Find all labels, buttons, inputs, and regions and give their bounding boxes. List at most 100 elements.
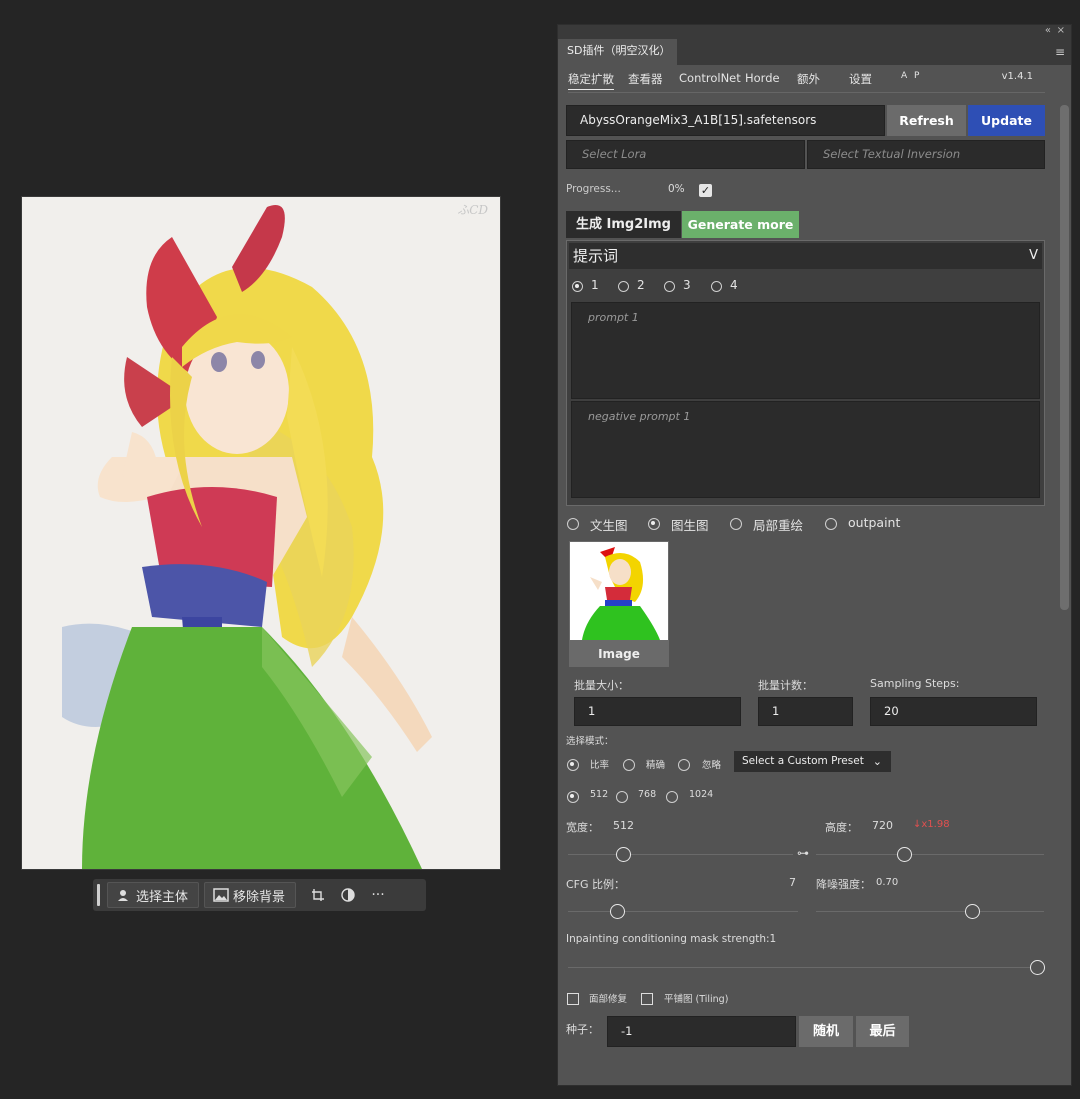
denoise-value: 0.70 [876,877,899,888]
mask-strength-slider-track[interactable] [568,967,1044,968]
chevron-down-icon[interactable]: V [1029,243,1038,269]
cfg-slider-track[interactable] [568,911,798,912]
batch-count-label: 批量计数： [758,679,813,692]
contextual-task-bar: 选择主体 移除背景 ··· [93,879,426,911]
select-subject-label: 选择主体 [136,889,189,905]
prompt-section-header[interactable]: 提示词 V [569,243,1042,269]
prompt-slot-3-label: 3 [683,278,691,292]
size-1024-label: 1024 [689,789,714,800]
prompt-slot-1-radio[interactable] [572,281,583,292]
height-slider-track[interactable] [816,854,1044,855]
size-512-label: 512 [590,789,609,800]
image-icon [213,888,229,902]
size-512-radio[interactable] [567,791,579,803]
batch-count-input[interactable]: 1 [758,697,853,726]
textual-inversion-select[interactable]: Select Textual Inversion [807,140,1045,169]
link-icon[interactable]: ⊶ [797,846,809,860]
adjustment-icon[interactable] [335,883,361,907]
lora-select[interactable]: Select Lora [566,140,805,169]
width-label: 宽度： [566,821,599,834]
model-select[interactable]: AbyssOrangeMix3_A1B[15].safetensors [566,105,885,136]
mode-ignore-label: 忽略 [702,760,722,771]
batch-size-label: 批量大小： [574,679,629,692]
batch-size-input[interactable]: 1 [574,697,741,726]
preset-label: Select a Custom Preset [742,755,864,767]
mode-txt2img-radio[interactable] [567,518,579,530]
width-slider-track[interactable] [568,854,793,855]
refresh-button[interactable]: Refresh [887,105,966,136]
mode-ratio-label: 比率 [590,760,610,771]
seed-input[interactable]: -1 [607,1016,796,1047]
remove-background-label: 移除背景 [233,889,286,905]
mode-img2img-radio[interactable] [648,518,660,530]
generate-more-button[interactable]: Generate more [682,211,799,238]
prompt-slot-1-label: 1 [591,278,599,292]
panel-menu-icon[interactable]: ≡ [1055,45,1065,59]
width-slider-thumb[interactable] [616,847,631,862]
prompt-textarea[interactable]: prompt 1 [571,302,1040,399]
custom-preset-select[interactable]: Select a Custom Preset ⌄ [734,751,891,772]
more-icon[interactable]: ··· [365,883,391,907]
prompt-slot-4-radio[interactable] [711,281,722,292]
mode-ratio-radio[interactable] [567,759,579,771]
aspect-ratio-indicator: ↓x1.98 [913,819,950,830]
tab-horde[interactable]: Horde [745,71,780,85]
init-image-thumbnail[interactable]: Image [569,541,669,667]
last-seed-button[interactable]: 最后 [856,1016,909,1047]
update-button[interactable]: Update [968,105,1045,136]
mask-strength-label: Inpainting conditioning mask strength:1 [566,933,777,945]
size-768-radio[interactable] [616,791,628,803]
mode-precise-radio[interactable] [623,759,635,771]
chevron-down-icon: ⌄ [872,755,882,768]
select-subject-button[interactable]: 选择主体 [107,882,200,908]
collapse-icon[interactable]: « [1045,25,1051,36]
height-label: 高度： [825,821,858,834]
remove-background-button[interactable]: 移除背景 [204,882,297,908]
tab-stable-diffusion[interactable]: 稳定扩散 [568,71,614,90]
denoise-label: 降噪强度： [816,878,871,891]
close-icon[interactable]: × [1057,25,1065,36]
crop-icon[interactable] [305,883,331,907]
cfg-slider-thumb[interactable] [610,904,625,919]
mode-ignore-radio[interactable] [678,759,690,771]
tiling-checkbox[interactable] [641,993,653,1005]
panel-scrollbar[interactable] [1060,105,1069,610]
sampling-steps-input[interactable]: 20 [870,697,1037,726]
denoise-slider-track[interactable] [816,911,1044,912]
size-1024-radio[interactable] [666,791,678,803]
denoise-slider-thumb[interactable] [965,904,980,919]
progress-checkbox[interactable]: ✓ [699,184,712,197]
canvas-image[interactable]: ふCD [21,196,501,870]
tiling-label: 平铺图 (Tiling) [664,994,729,1005]
mask-strength-slider-thumb[interactable] [1030,960,1045,975]
width-value: 512 [613,819,634,832]
drag-handle[interactable] [97,884,100,906]
sd-plugin-panel: « × SD插件（明空汉化） ≡ 稳定扩散 查看器 ControlNet Hor… [557,24,1072,1086]
prompt-slot-2-radio[interactable] [618,281,629,292]
tab-settings[interactable]: 设置 [849,71,872,87]
prompt-slot-2-label: 2 [637,278,645,292]
artist-signature: ふCD [457,203,488,217]
prompt-slot-3-radio[interactable] [664,281,675,292]
mode-img2img-label: 图生图 [671,518,709,533]
mode-precise-label: 精确 [646,760,666,771]
panel-titlebar: « × [558,25,1071,39]
select-mode-label: 选择模式： [566,736,614,747]
generate-img2img-button[interactable]: 生成 Img2Img [566,211,681,238]
person-icon [116,888,130,902]
tab-controlnet[interactable]: ControlNet [679,71,741,85]
negative-prompt-textarea[interactable]: negative prompt 1 [571,401,1040,498]
ap-badge: A P [901,71,922,81]
height-value: 720 [872,819,893,832]
tab-viewer[interactable]: 查看器 [628,71,663,87]
face-restore-checkbox[interactable] [567,993,579,1005]
mode-inpaint-radio[interactable] [730,518,742,530]
mode-txt2img-label: 文生图 [590,518,628,533]
progress-label: Progress... [566,183,621,195]
mode-outpaint-radio[interactable] [825,518,837,530]
height-slider-thumb[interactable] [897,847,912,862]
mode-inpaint-label: 局部重绘 [753,518,804,533]
random-seed-button[interactable]: 随机 [799,1016,853,1047]
panel-tab-sd-plugin[interactable]: SD插件（明空汉化） [558,39,677,65]
tab-extras[interactable]: 额外 [797,71,820,87]
